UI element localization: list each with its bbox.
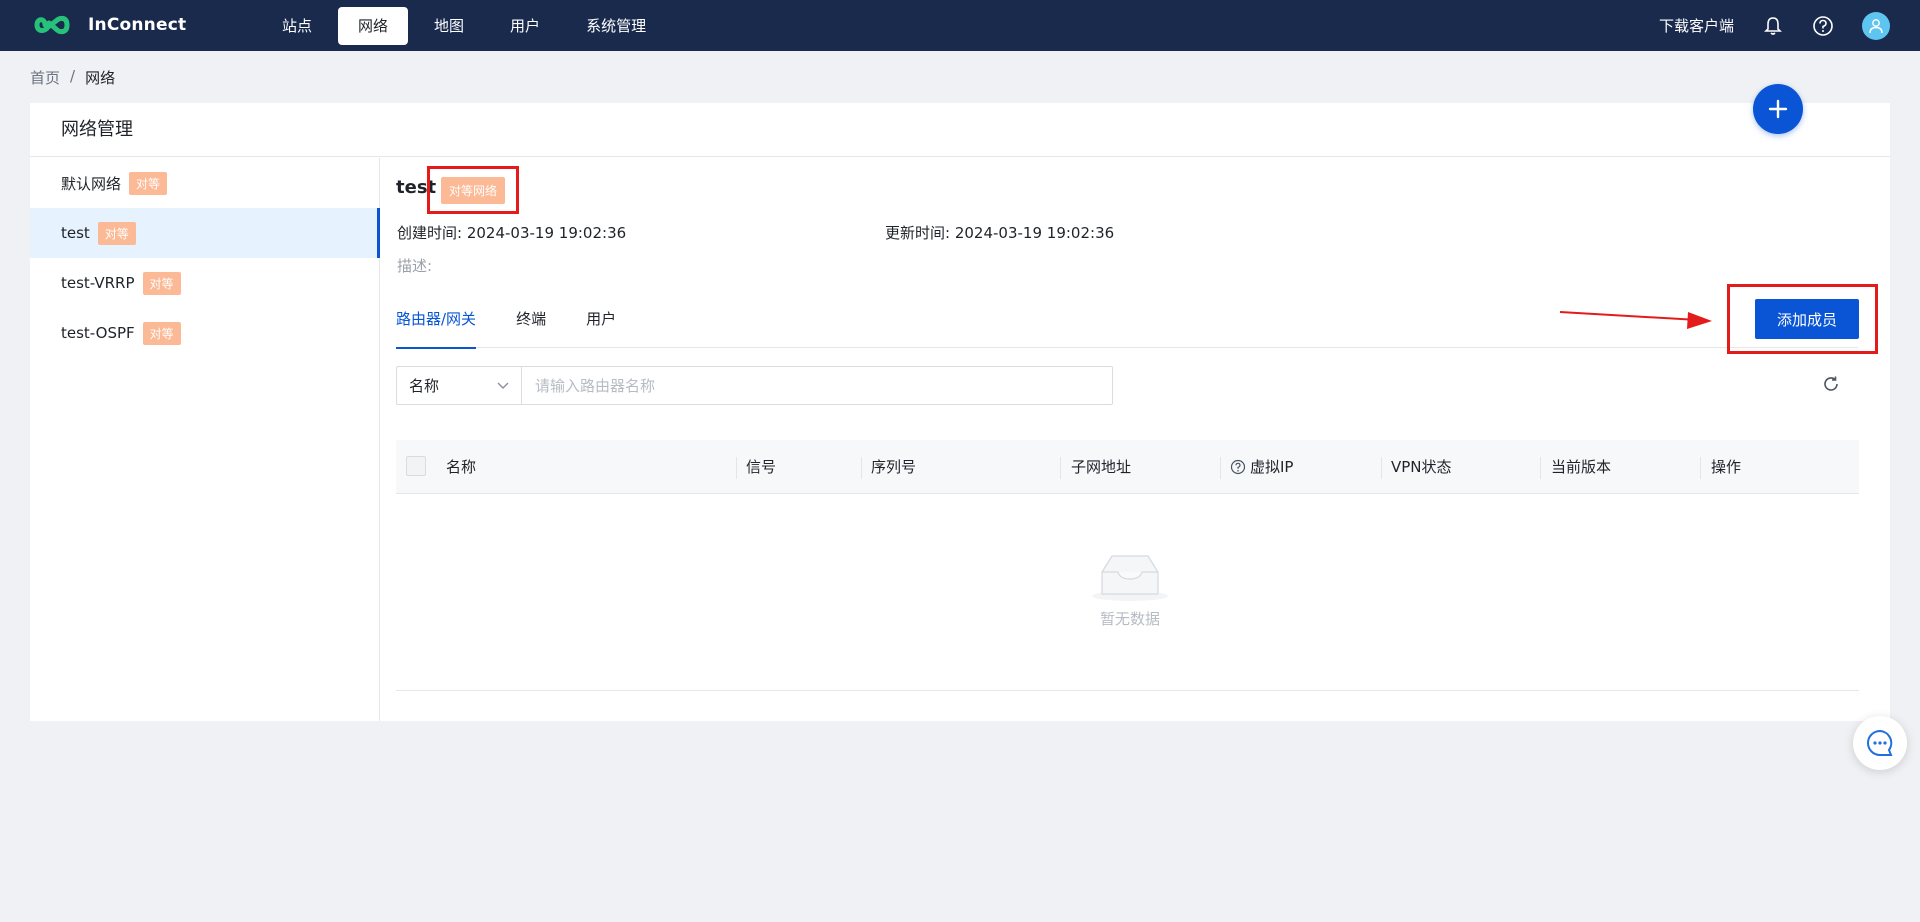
network-list: 默认网络 对等 test 对等 test-VRRP 对等 test-OSPF 对… [30, 158, 380, 721]
network-type-highlight: 对等网络 [427, 166, 519, 214]
table-header: 名称 信号 序列号 子网地址 虚拟IP VPN状态 当前版本 操作 [396, 440, 1859, 494]
updated-value: 2024-03-19 19:02:36 [954, 224, 1115, 242]
updated-time: 更新时间: 2024-03-19 19:02:36 [885, 222, 1114, 243]
column-divider [1060, 457, 1061, 479]
breadcrumb-separator: / [70, 67, 76, 85]
chat-support-button[interactable] [1853, 716, 1907, 770]
search-filter: 名称 [396, 366, 1113, 405]
help-icon[interactable] [1230, 459, 1246, 475]
help-icon[interactable] [1812, 15, 1834, 37]
network-item-label: 默认网络 [61, 174, 122, 193]
network-type-badge: 对等网络 [440, 176, 505, 204]
column-virtual-ip: 虚拟IP [1230, 440, 1293, 494]
filter-field-value: 名称 [409, 377, 440, 395]
network-item-label: test-VRRP [61, 274, 135, 292]
column-divider [861, 457, 862, 479]
main-nav: 站点 网络 地图 用户 系统管理 [262, 7, 666, 45]
table-divider [396, 690, 1859, 691]
breadcrumb: 首页 / 网络 [30, 67, 115, 88]
chevron-down-icon [497, 382, 509, 389]
nav-item-users[interactable]: 用户 [490, 7, 560, 45]
empty-inbox-icon [1092, 555, 1168, 601]
app-name: InConnect [88, 15, 187, 35]
add-member-button[interactable]: 添加成员 [1755, 299, 1859, 339]
column-divider [1700, 457, 1701, 479]
column-serial: 序列号 [871, 458, 917, 476]
user-icon [1869, 18, 1883, 33]
created-time: 创建时间: 2024-03-19 19:02:36 [397, 222, 626, 243]
empty-state-text: 暂无数据 [1099, 610, 1160, 628]
app-logo[interactable]: InConnect [34, 13, 186, 37]
select-all-checkbox[interactable] [406, 456, 426, 476]
network-type-tag: 对等 [142, 271, 181, 295]
avatar[interactable] [1862, 11, 1890, 40]
tab-routers[interactable]: 路由器/网关 [396, 300, 477, 349]
network-item-default[interactable]: 默认网络 对等 [30, 158, 379, 208]
top-navbar: InConnect 站点 网络 地图 用户 系统管理 下载客户端 [0, 0, 1920, 51]
column-virtual-ip-label: 虚拟IP [1250, 458, 1294, 476]
updated-label: 更新时间: [885, 224, 951, 242]
plus-icon [1768, 99, 1788, 119]
network-item-test[interactable]: test 对等 [30, 208, 380, 258]
refresh-icon[interactable] [1822, 375, 1842, 395]
download-client-link[interactable]: 下载客户端 [1659, 15, 1734, 36]
column-version: 当前版本 [1551, 458, 1612, 476]
network-type-tag: 对等 [142, 321, 181, 345]
network-item-label: test [61, 224, 90, 242]
infinity-logo-icon [34, 15, 70, 35]
column-vpn-status: VPN状态 [1391, 458, 1452, 476]
bell-icon[interactable] [1762, 15, 1784, 37]
network-type-tag: 对等 [97, 221, 136, 245]
column-divider [736, 457, 737, 479]
filter-field-select[interactable]: 名称 [396, 366, 521, 405]
created-value: 2024-03-19 19:02:36 [466, 224, 627, 242]
description-label: 描述: [397, 257, 433, 275]
network-item-test-ospf[interactable]: test-OSPF 对等 [30, 308, 379, 358]
column-name: 名称 [446, 458, 477, 476]
nav-item-system[interactable]: 系统管理 [566, 7, 666, 45]
add-network-button[interactable] [1753, 84, 1803, 134]
network-type-tag: 对等 [129, 171, 168, 195]
breadcrumb-current: 网络 [85, 69, 116, 87]
column-divider [1220, 457, 1221, 479]
column-subnet: 子网地址 [1071, 458, 1132, 476]
chat-icon [1867, 729, 1893, 756]
column-signal: 信号 [746, 458, 777, 476]
network-item-label: test-OSPF [61, 324, 135, 342]
created-label: 创建时间: [397, 224, 463, 242]
nav-item-sites[interactable]: 站点 [262, 7, 332, 45]
annotation-arrow-icon [1560, 311, 1712, 329]
network-item-test-vrrp[interactable]: test-VRRP 对等 [30, 258, 379, 308]
search-input[interactable] [521, 366, 1113, 405]
empty-state: 暂无数据 [1090, 550, 1170, 629]
column-divider [1381, 457, 1382, 479]
breadcrumb-home[interactable]: 首页 [30, 67, 60, 88]
nav-item-network[interactable]: 网络 [338, 7, 409, 45]
column-divider [1540, 457, 1541, 479]
tab-terminals[interactable]: 终端 [516, 300, 546, 348]
column-actions: 操作 [1711, 458, 1742, 476]
tab-users[interactable]: 用户 [586, 300, 616, 348]
page-title: 网络管理 [30, 103, 1890, 157]
nav-item-map[interactable]: 地图 [414, 7, 484, 45]
